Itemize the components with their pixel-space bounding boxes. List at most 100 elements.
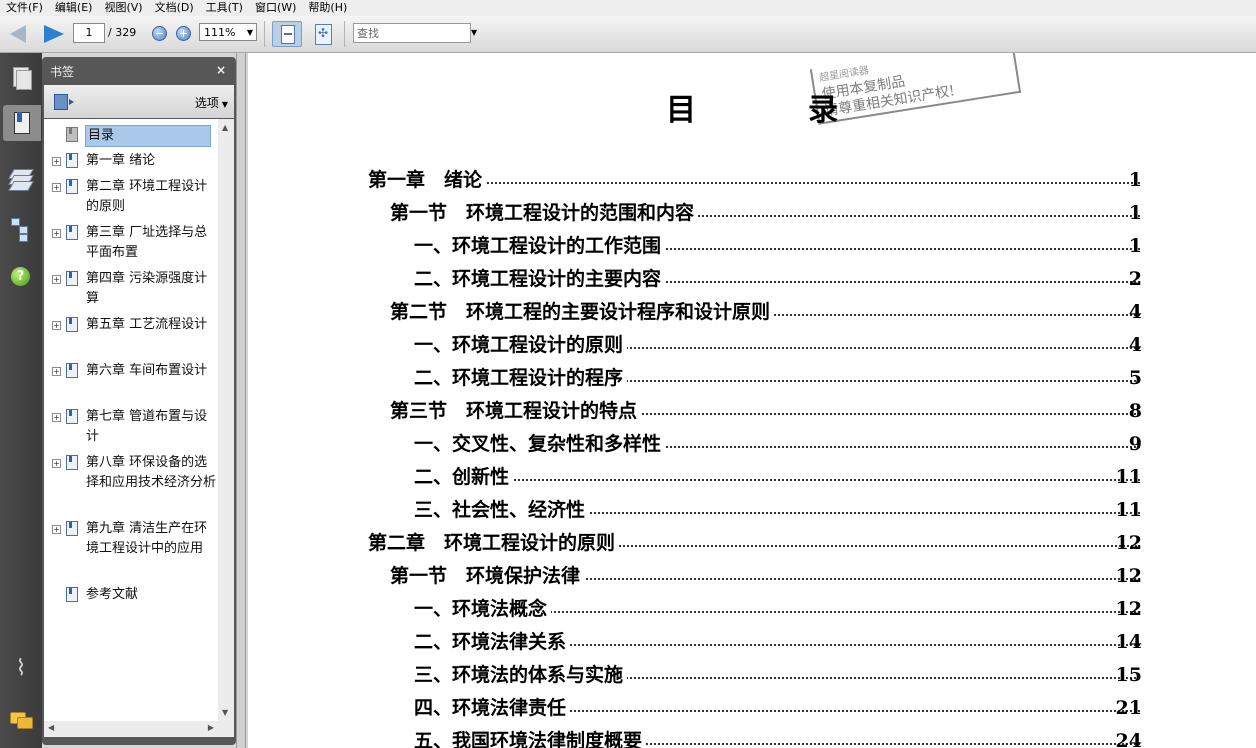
expand-icon[interactable]: + <box>52 459 61 468</box>
expand-icon[interactable]: + <box>52 183 61 192</box>
menu-item[interactable]: 文档(D) <box>149 0 200 16</box>
panel-title: 书签 <box>50 65 75 79</box>
navigation-pane-strip: ? ⌇ <box>0 53 42 748</box>
fit-width-button[interactable] <box>312 23 334 45</box>
scroll-up-icon[interactable]: ▲ <box>222 123 228 132</box>
toc-row[interactable]: 第二节 环境工程的主要设计程序和设计原则 4 <box>248 299 1256 325</box>
new-bookmark-icon[interactable] <box>54 94 74 110</box>
toc-entry-text: 三、社会性、经济性 <box>414 497 590 523</box>
bookmark-label: 第四章 污染源强度计算 <box>86 271 208 306</box>
menu-item[interactable]: 视图(V) <box>98 0 148 16</box>
toc-row[interactable]: 第一节 环境保护法律 12 <box>248 563 1256 589</box>
bookmark-icon <box>66 179 78 194</box>
expand-icon[interactable]: + <box>52 413 61 422</box>
chevron-down-icon[interactable]: ▼ <box>471 28 477 37</box>
bookmark-icon <box>66 409 78 424</box>
expand-icon[interactable]: + <box>52 367 61 376</box>
toc-page-number: 12 <box>1115 532 1142 554</box>
toc-entry-text: 二、环境工程设计的主要内容 <box>414 266 666 292</box>
toc-page-number: 1 <box>1128 235 1142 257</box>
options-menu-button[interactable]: 选项 ▼ <box>195 94 228 111</box>
pages-icon[interactable] <box>9 65 33 90</box>
bookmark-icon <box>66 363 78 378</box>
toolbar: 1 / 329 111% ▼ 查找 ▼ <box>0 16 1256 53</box>
toc-entry-text: 五、我国环境法律制度概要 <box>414 728 647 748</box>
comments-icon[interactable] <box>9 709 33 733</box>
expand-icon[interactable]: + <box>52 157 61 166</box>
toc-page-number: 1 <box>1128 169 1142 191</box>
attachments-icon[interactable]: ⌇ <box>9 657 33 681</box>
bookmark-label: 第八章 环保设备的选择和应用技术经济分析 <box>86 455 217 490</box>
menu-item[interactable]: 编辑(E) <box>49 0 99 16</box>
toc-row[interactable]: 二、环境法律关系 14 <box>248 629 1256 655</box>
toc-page-number: 15 <box>1115 664 1142 686</box>
close-icon[interactable]: × <box>216 63 226 77</box>
expand-icon[interactable]: + <box>52 525 61 534</box>
chevron-down-icon: ▼ <box>221 100 228 109</box>
toc-entry-text: 三、环境法的体系与实施 <box>414 662 628 688</box>
bookmark-label: 第五章 工艺流程设计 <box>86 317 208 332</box>
toc-entry-text: 一、环境法概念 <box>414 596 552 622</box>
toc-page-number: 8 <box>1128 400 1142 422</box>
toc-entry-text: 一、环境工程设计的工作范围 <box>414 233 666 259</box>
scroll-left-icon[interactable]: ◀ <box>48 723 54 732</box>
menu-item[interactable]: 帮助(H) <box>302 0 353 16</box>
toc-row[interactable]: 二、环境工程设计的程序 5 <box>248 365 1256 391</box>
toc-entry-text: 第一节 环境工程设计的范围和内容 <box>390 200 699 226</box>
toc-row[interactable]: 二、环境工程设计的主要内容 2 <box>248 266 1256 292</box>
zoom-in-icon[interactable] <box>176 26 191 41</box>
toc-entry-text: 第二节 环境工程的主要设计程序和设计原则 <box>390 299 775 325</box>
toc-row[interactable]: 二、创新性 11 <box>248 464 1256 490</box>
zoom-out-icon[interactable] <box>152 26 167 41</box>
previous-page-icon[interactable] <box>10 25 26 43</box>
bookmarks-toolbar: 选项 ▼ <box>44 85 234 118</box>
toc-entry-text: 一、环境工程设计的原则 <box>414 332 628 358</box>
vertical-scrollbar[interactable]: ▲ ▼ <box>218 119 234 721</box>
bookmark-icon <box>66 587 78 602</box>
fit-page-icon <box>281 25 295 44</box>
find-input[interactable]: 查找 <box>353 23 471 43</box>
bookmarks-icon[interactable] <box>9 111 33 135</box>
menu-item[interactable]: 工具(T) <box>200 0 249 16</box>
scroll-down-icon[interactable]: ▼ <box>222 708 228 717</box>
toc-row[interactable]: 一、交叉性、复杂性和多样性 9 <box>248 431 1256 457</box>
fit-page-button[interactable] <box>272 21 302 47</box>
toc-row[interactable]: 第三节 环境工程设计的特点 8 <box>248 398 1256 424</box>
toc-row[interactable]: 第一节 环境工程设计的范围和内容 1 <box>248 200 1256 226</box>
expand-icon[interactable]: + <box>52 275 61 284</box>
toc-row[interactable]: 一、环境工程设计的原则 4 <box>248 332 1256 358</box>
next-page-icon[interactable] <box>44 25 64 43</box>
layers-icon[interactable] <box>8 167 34 191</box>
chevron-down-icon: ▼ <box>246 28 253 37</box>
toc-row[interactable]: 第一章 绪论 1 <box>248 167 1256 193</box>
menu-item[interactable]: 窗口(W) <box>249 0 302 16</box>
toc-page-number: 14 <box>1115 631 1142 653</box>
expand-icon[interactable]: + <box>52 229 61 238</box>
toc-row[interactable]: 三、社会性、经济性 11 <box>248 497 1256 523</box>
page-title-right: 录 <box>808 93 838 128</box>
horizontal-scrollbar[interactable]: ◀ ▶ <box>44 721 234 737</box>
toc-row[interactable]: 五、我国环境法律制度概要 24 <box>248 728 1256 748</box>
expand-icon[interactable]: + <box>52 321 61 330</box>
page-number-input[interactable]: 1 <box>73 23 105 43</box>
toc-row[interactable]: 一、环境法概念 12 <box>248 596 1256 622</box>
bookmark-tree: 目录 + 第一章 绪论 + 第二章 环境工程设计的原则 + 第三章 厂址选择与总平面布置 + 第… <box>44 119 218 721</box>
zoom-select[interactable]: 111% ▼ <box>199 23 257 41</box>
toc-row[interactable]: 一、环境工程设计的工作范围 1 <box>248 233 1256 259</box>
scroll-right-icon[interactable]: ▶ <box>208 723 214 732</box>
toc-row[interactable]: 三、环境法的体系与实施 15 <box>248 662 1256 688</box>
menu-item[interactable]: 文件(F) <box>0 0 49 16</box>
zoom-value: 111% <box>204 26 236 39</box>
toc-entry-text: 第一章 绪论 <box>368 167 487 193</box>
bookmark-label: 第二章 环境工程设计的原则 <box>86 179 208 214</box>
toolbar-divider <box>264 21 265 47</box>
bookmark-icon <box>66 521 78 536</box>
fit-width-icon <box>315 24 332 45</box>
toc-row[interactable]: 四、环境法律责任 21 <box>248 695 1256 721</box>
model-tree-icon[interactable] <box>9 217 33 242</box>
help-icon[interactable]: ? <box>9 265 33 289</box>
pane-splitter[interactable] <box>236 53 246 748</box>
toc-entry-text: 第三节 环境工程设计的特点 <box>390 398 642 424</box>
menu-bar: 文件(F) 编辑(E) 视图(V) 文档(D) 工具(T) 窗口(W) 帮助(H) <box>0 0 1256 16</box>
toc-row[interactable]: 第二章 环境工程设计的原则 12 <box>248 530 1256 556</box>
